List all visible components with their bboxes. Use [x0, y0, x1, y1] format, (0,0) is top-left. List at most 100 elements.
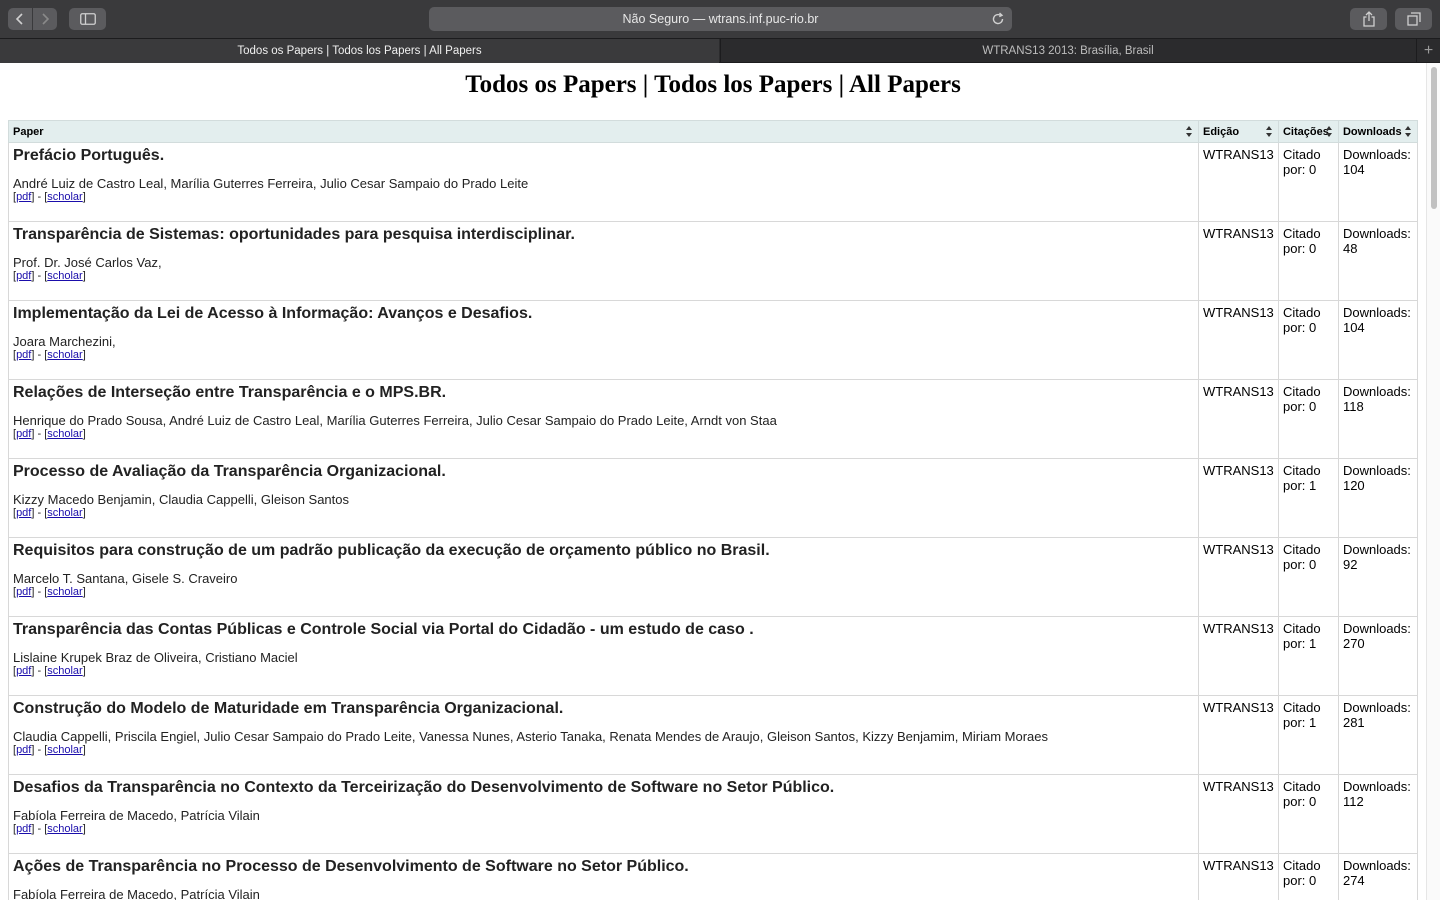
tab-all-papers[interactable]: Todos os Papers | Todos los Papers | All… — [0, 39, 719, 63]
paper-links: [pdf] - [scholar] — [13, 270, 86, 282]
paper-cell: Desafios da Transparência no Contexto da… — [8, 774, 1199, 854]
share-icon — [1362, 11, 1375, 27]
pdf-link[interactable]: pdf — [16, 744, 31, 756]
sort-icon — [1405, 126, 1411, 137]
reload-icon[interactable] — [990, 11, 1006, 27]
back-button[interactable] — [8, 8, 32, 30]
show-tabs-button[interactable] — [1395, 8, 1432, 30]
column-header-downloads[interactable]: Downloads — [1337, 120, 1419, 143]
paper-links: [pdf] - [scholar] — [13, 665, 86, 677]
column-label: Downloads — [1342, 125, 1402, 138]
paper-links: [pdf] - [scholar] — [13, 349, 86, 361]
downloads-cell: Downloads: 281 — [1337, 695, 1419, 775]
scholar-link[interactable]: scholar — [47, 823, 82, 835]
pdf-link[interactable]: pdf — [16, 349, 31, 361]
new-tab-button[interactable]: + — [1416, 39, 1440, 63]
tabs-overview-icon — [1406, 12, 1421, 26]
downloads-cell: Downloads: 120 — [1337, 458, 1419, 538]
pdf-link[interactable]: pdf — [16, 507, 31, 519]
pdf-link[interactable]: pdf — [16, 586, 31, 598]
paper-cell: Relações de Interseção entre Transparênc… — [8, 379, 1199, 459]
paper-authors: Kizzy Macedo Benjamin, Claudia Cappelli,… — [13, 492, 350, 507]
edition-cell: WTRANS13 — [1198, 142, 1279, 222]
paper-cell: Construção do Modelo de Maturidade em Tr… — [8, 695, 1199, 775]
paper-links: [pdf] - [scholar] — [13, 191, 86, 203]
chevron-right-icon — [42, 13, 50, 25]
edition-cell: WTRANS13 — [1198, 853, 1279, 900]
downloads-cell: Downloads: 48 — [1337, 221, 1419, 301]
paper-links: [pdf] - [scholar] — [13, 428, 86, 440]
table-row: Relações de Interseção entre Transparênc… — [8, 379, 1419, 459]
paper-title: Processo de Avaliação da Transparência O… — [13, 463, 446, 480]
scholar-link[interactable]: scholar — [47, 665, 82, 677]
paper-links: [pdf] - [scholar] — [13, 823, 86, 835]
edition-cell: WTRANS13 — [1198, 458, 1279, 538]
paper-links: [pdf] - [scholar] — [13, 507, 86, 519]
pdf-link[interactable]: pdf — [16, 428, 31, 440]
table-row: Processo de Avaliação da Transparência O… — [8, 458, 1419, 538]
paper-title: Ações de Transparência no Processo de De… — [13, 858, 689, 875]
downloads-cell: Downloads: 92 — [1337, 537, 1419, 617]
sort-icon — [1265, 126, 1272, 137]
scholar-link[interactable]: scholar — [47, 270, 82, 282]
scholar-link[interactable]: scholar — [47, 428, 82, 440]
citations-cell: Citado por: 0 — [1277, 774, 1339, 854]
paper-cell: Transparência de Sistemas: oportunidades… — [8, 221, 1199, 301]
plus-icon: + — [1423, 42, 1434, 59]
paper-authors: Joara Marchezini, — [13, 334, 116, 349]
sort-icon — [1325, 126, 1332, 137]
table-header-row: Paper Edição Citações Downloads — [8, 120, 1419, 143]
pdf-link[interactable]: pdf — [16, 665, 31, 677]
paper-title: Construção do Modelo de Maturidade em Tr… — [13, 700, 564, 717]
table-row: Transparência das Contas Públicas e Cont… — [8, 616, 1419, 696]
pdf-link[interactable]: pdf — [16, 823, 31, 835]
scholar-link[interactable]: scholar — [47, 586, 82, 598]
table-row: Implementação da Lei de Acesso à Informa… — [8, 300, 1419, 380]
citations-cell: Citado por: 1 — [1277, 695, 1339, 775]
share-button[interactable] — [1350, 8, 1387, 30]
paper-cell: Prefácio Português. André Luiz de Castro… — [8, 142, 1199, 222]
sidebar-icon — [79, 13, 96, 25]
address-bar[interactable]: Não Seguro — wtrans.inf.puc-rio.br — [429, 7, 1012, 31]
table-row: Desafios da Transparência no Contexto da… — [8, 774, 1419, 854]
downloads-cell: Downloads: 104 — [1337, 142, 1419, 222]
paper-authors: Claudia Cappelli, Priscila Engiel, Julio… — [13, 729, 1048, 744]
scholar-link[interactable]: scholar — [47, 191, 82, 203]
paper-title: Relações de Interseção entre Transparênc… — [13, 384, 447, 401]
table-row: Requisitos para construção de um padrão … — [8, 537, 1419, 617]
tab-wtrans13[interactable]: WTRANS13 2013: Brasília, Brasil — [720, 39, 1415, 63]
citations-cell: Citado por: 0 — [1277, 379, 1339, 459]
citations-cell: Citado por: 1 — [1277, 458, 1339, 538]
citations-cell: Citado por: 1 — [1277, 616, 1339, 696]
downloads-cell: Downloads: 270 — [1337, 616, 1419, 696]
edition-cell: WTRANS13 — [1198, 379, 1279, 459]
forward-button[interactable] — [33, 8, 57, 30]
sort-icon — [1186, 126, 1192, 137]
downloads-cell: Downloads: 104 — [1337, 300, 1419, 380]
paper-title: Requisitos para construção de um padrão … — [13, 542, 770, 559]
scrollbar-thumb[interactable] — [1431, 67, 1437, 209]
tab-bar: Todos os Papers | Todos los Papers | All… — [0, 38, 1440, 63]
paper-authors: Fabíola Ferreira de Macedo, Patrícia Vil… — [13, 887, 260, 900]
paper-title: Transparência das Contas Públicas e Cont… — [13, 621, 754, 638]
vertical-scrollbar[interactable] — [1426, 63, 1440, 900]
sidebar-toggle-button[interactable] — [69, 8, 106, 30]
paper-authors: Lislaine Krupek Braz de Oliveira, Cristi… — [13, 650, 298, 665]
column-header-edition[interactable]: Edição — [1198, 120, 1279, 143]
scholar-link[interactable]: scholar — [47, 507, 82, 519]
citations-cell: Citado por: 0 — [1277, 537, 1339, 617]
scholar-link[interactable]: scholar — [47, 744, 82, 756]
table-row: Construção do Modelo de Maturidade em Tr… — [8, 695, 1419, 775]
paper-authors: Fabíola Ferreira de Macedo, Patrícia Vil… — [13, 808, 260, 823]
citations-cell: Citado por: 0 — [1277, 142, 1339, 222]
pdf-link[interactable]: pdf — [16, 191, 31, 203]
pdf-link[interactable]: pdf — [16, 270, 31, 282]
column-header-paper[interactable]: Paper — [8, 120, 1199, 143]
scholar-link[interactable]: scholar — [47, 349, 82, 361]
paper-title: Transparência de Sistemas: oportunidades… — [13, 226, 575, 243]
column-header-citations[interactable]: Citações — [1277, 120, 1339, 143]
tab-label: WTRANS13 2013: Brasília, Brasil — [982, 45, 1154, 57]
paper-cell: Processo de Avaliação da Transparência O… — [8, 458, 1199, 538]
table-row: Ações de Transparência no Processo de De… — [8, 853, 1419, 900]
edition-cell: WTRANS13 — [1198, 774, 1279, 854]
